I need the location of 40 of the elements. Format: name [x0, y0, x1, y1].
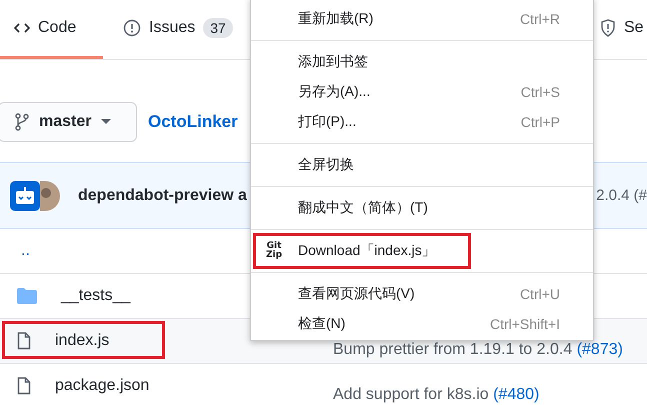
file-icon: [17, 377, 31, 395]
folder-icon: [17, 288, 37, 304]
shield-icon: [600, 19, 616, 37]
file-icon: [17, 332, 31, 350]
pr-link[interactable]: (#873): [576, 341, 623, 358]
repo-tab[interactable]: Issues 37: [109, 0, 247, 59]
shortcut-label: Ctrl+S: [520, 84, 560, 100]
shortcut-label: Ctrl+P: [520, 114, 560, 130]
menu-item[interactable]: 打印(P)... Ctrl+P: [251, 107, 593, 137]
issue-icon: [123, 19, 141, 37]
caret-icon: [101, 119, 112, 125]
issue-count: 37: [203, 18, 233, 38]
parent-link[interactable]: ..: [21, 242, 30, 260]
commit-message: Bump prettier from 1.19.1 to 2.0.4 (#873): [333, 341, 623, 359]
menu-item[interactable]: 另存为(A)... Ctrl+S: [251, 77, 593, 107]
gitzip-logo: Git Zip: [264, 242, 284, 260]
shortcut-label: Ctrl+U: [520, 286, 560, 302]
file-row[interactable]: package.json Add support for k8s.io (#480): [0, 364, 647, 405]
file-name[interactable]: index.js: [55, 332, 110, 350]
bot-avatar-icon: [10, 180, 40, 210]
shortcut-label: Ctrl+R: [520, 11, 560, 27]
commit-message: Add support for k8s.io (#480): [333, 386, 540, 404]
file-name[interactable]: package.json: [55, 377, 150, 395]
menu-item[interactable]: Git Zip Download「index.js」: [251, 236, 593, 266]
user-avatar-icon: [40, 180, 60, 210]
shortcut-label: Ctrl+Shift+I: [490, 316, 560, 332]
menu-item[interactable]: 全屏切换: [251, 150, 593, 180]
menu-item[interactable]: 翻成中文（简体）(T): [251, 193, 593, 223]
repo-link[interactable]: OctoLinker: [148, 112, 238, 132]
branch-icon: [15, 113, 29, 131]
repo-tab[interactable]: Se: [600, 0, 647, 59]
menu-item[interactable]: 查看网页源代码(V) Ctrl+U: [251, 279, 593, 309]
commit-message: 2.0.4 (#: [596, 187, 647, 204]
pr-link[interactable]: (#480): [493, 386, 540, 403]
menu-item[interactable]: 添加到书签: [251, 47, 593, 77]
branch-button[interactable]: master: [0, 102, 137, 142]
commit-author[interactable]: dependabot-preview a: [78, 186, 247, 204]
menu-item[interactable]: 重新加载(R) Ctrl+R: [251, 4, 593, 34]
file-name[interactable]: __tests__: [61, 287, 130, 305]
repo-tab[interactable]: Code: [0, 0, 103, 59]
